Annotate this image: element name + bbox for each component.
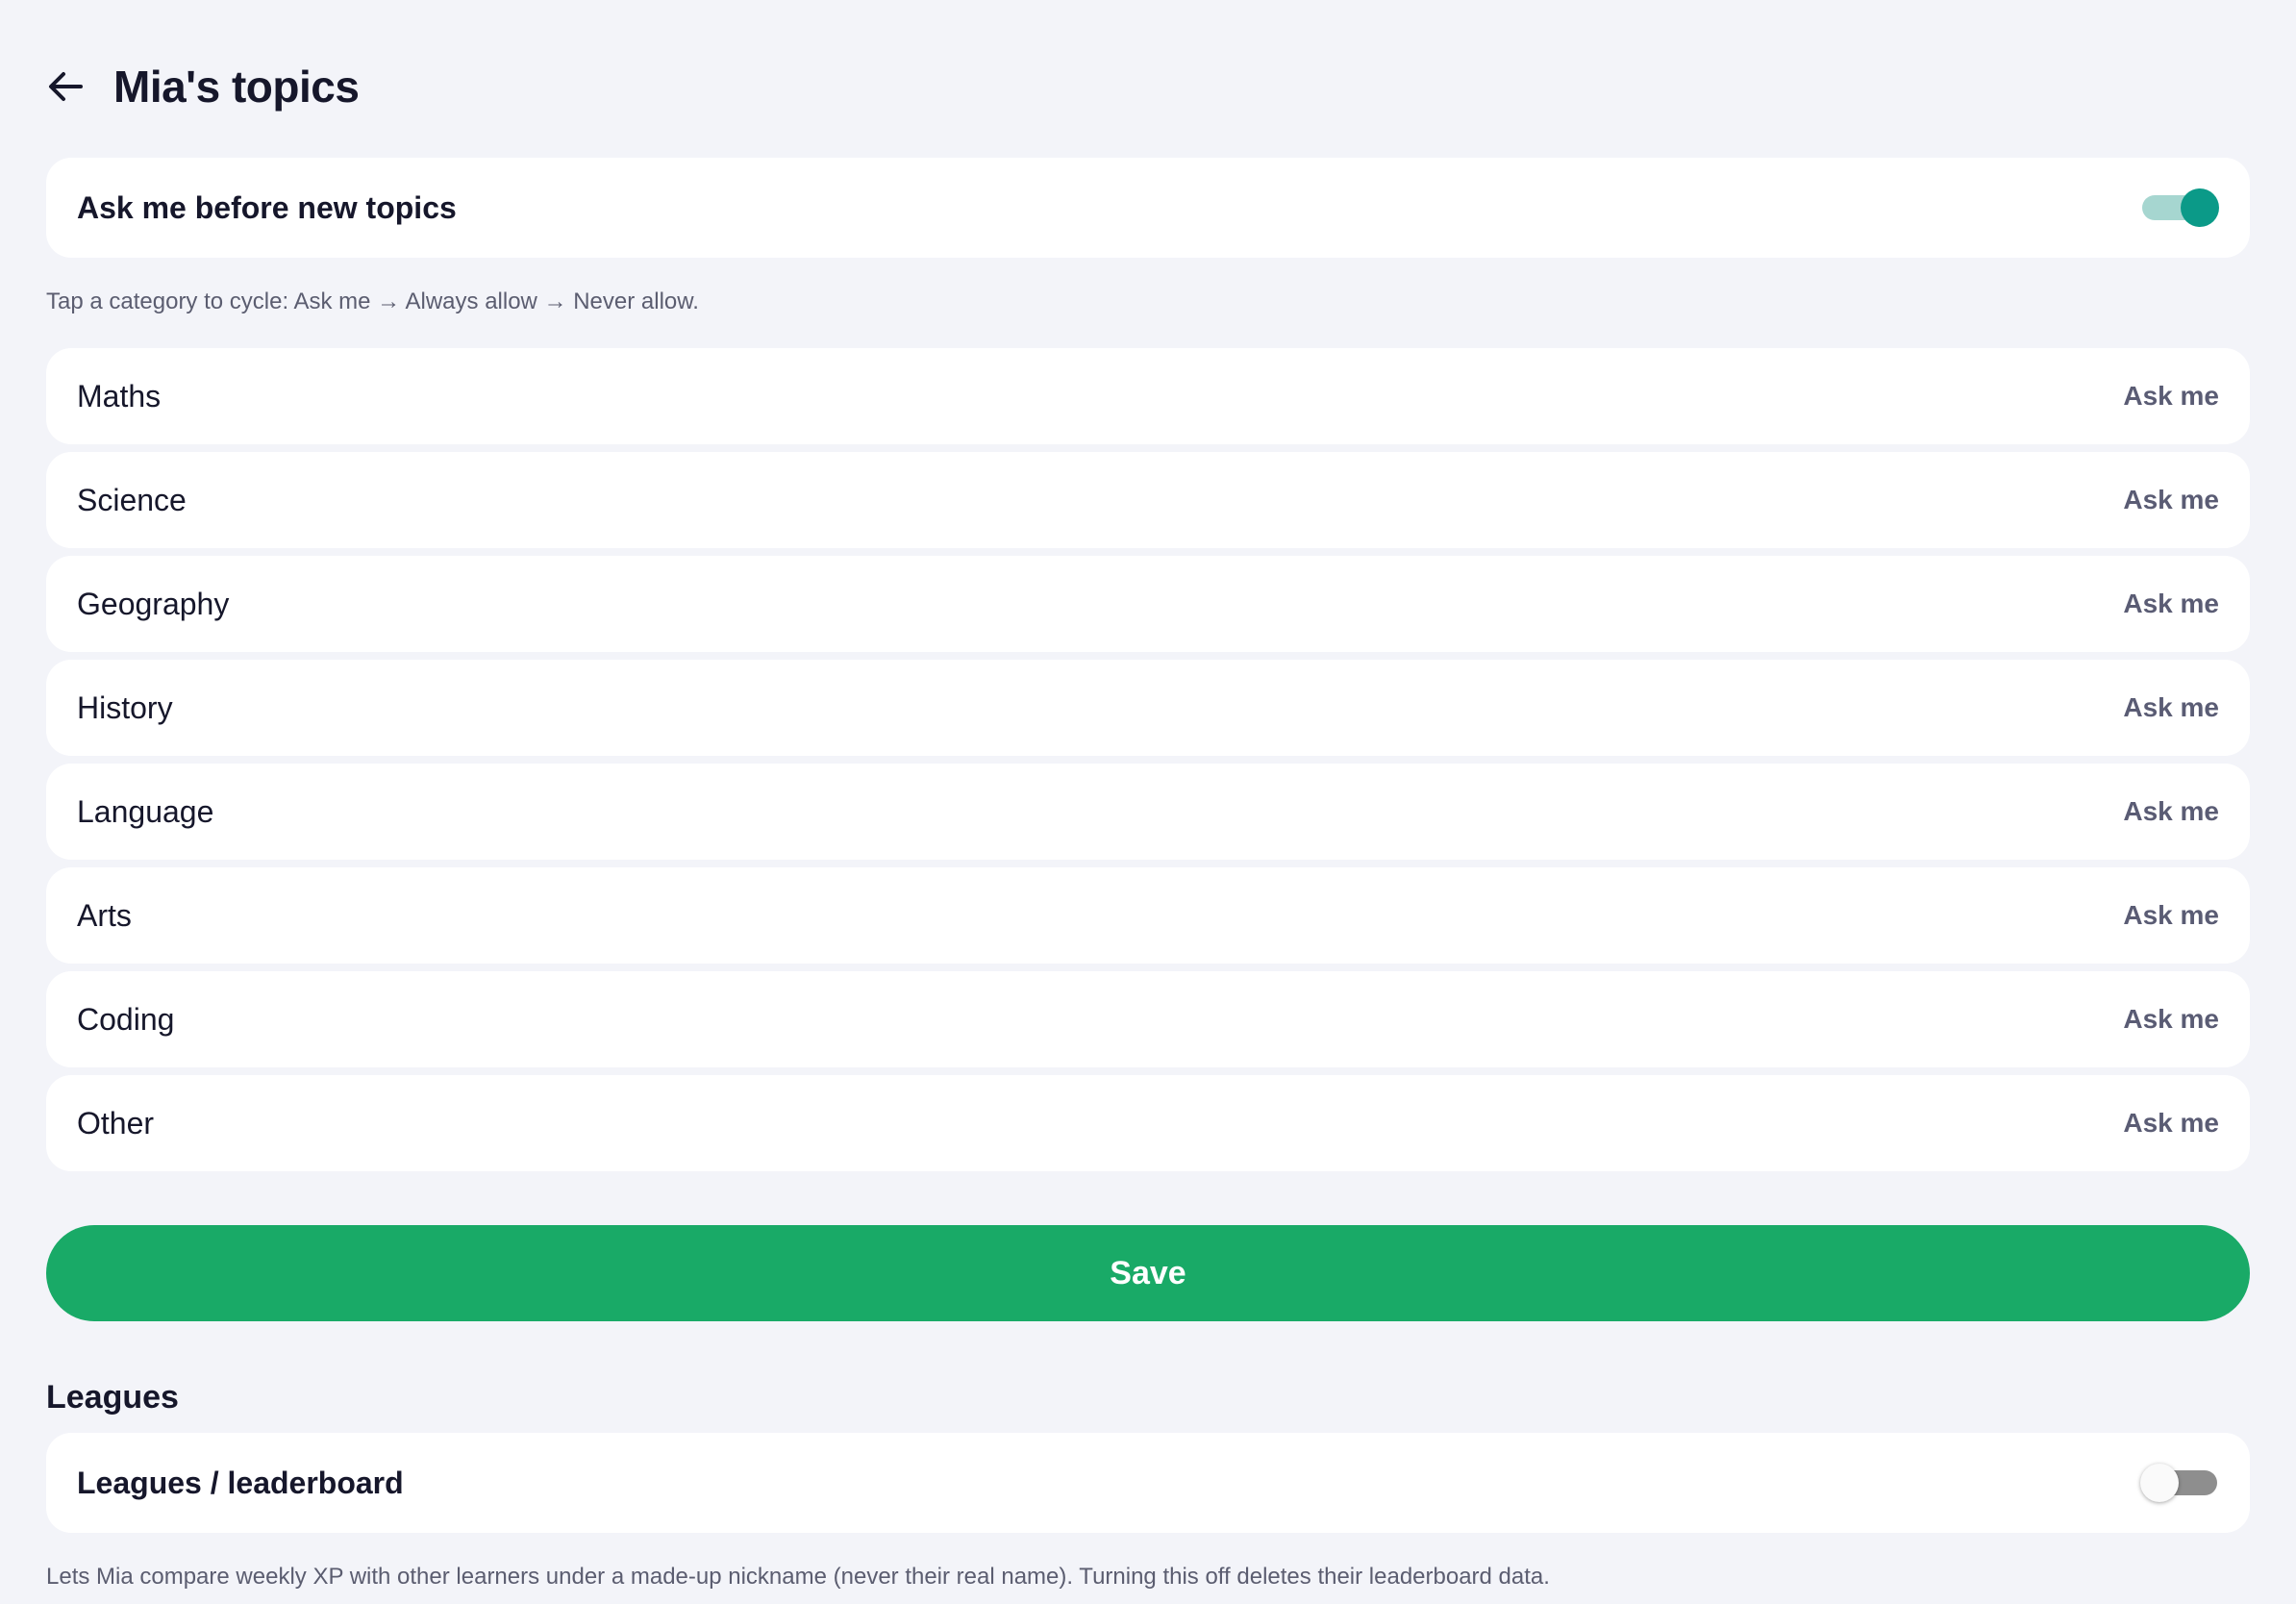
ask-before-new-topics-toggle[interactable]	[2140, 187, 2219, 229]
topic-name: Geography	[77, 586, 230, 621]
topic-name: Science	[77, 482, 187, 517]
topic-name: Coding	[77, 1001, 175, 1037]
topic-row-language[interactable]: Language Ask me	[46, 764, 2250, 860]
topics-page: Mia's topics Ask me before new topics Ta…	[0, 0, 2296, 1604]
topic-row-coding[interactable]: Coding Ask me	[46, 971, 2250, 1067]
leagues-leaderboard-row: Leagues / leaderboard	[46, 1433, 2250, 1533]
ask-before-new-topics-label: Ask me before new topics	[77, 189, 457, 225]
topic-status: Ask me	[2123, 796, 2219, 826]
topic-name: Maths	[77, 378, 162, 414]
topic-name: Other	[77, 1105, 155, 1140]
topic-row-other[interactable]: Other Ask me	[46, 1075, 2250, 1171]
leagues-description: Lets Mia compare weekly XP with other le…	[46, 1564, 1550, 1590]
leagues-section-title: Leagues	[46, 1379, 179, 1416]
ask-before-new-topics-row: Ask me before new topics	[46, 158, 2250, 258]
topic-row-arts[interactable]: Arts Ask me	[46, 867, 2250, 964]
back-button[interactable]	[46, 67, 85, 106]
topic-row-science[interactable]: Science Ask me	[46, 452, 2250, 548]
topic-status: Ask me	[2123, 1004, 2219, 1034]
topic-row-geography[interactable]: Geography Ask me	[46, 556, 2250, 652]
toggle-thumb	[2181, 188, 2219, 227]
topic-status: Ask me	[2123, 1108, 2219, 1138]
topic-status: Ask me	[2123, 485, 2219, 514]
page-title: Mia's topics	[113, 62, 360, 112]
topic-name: Language	[77, 793, 214, 829]
topic-status: Ask me	[2123, 900, 2219, 930]
toggle-thumb	[2140, 1464, 2179, 1502]
topic-row-maths[interactable]: Maths Ask me	[46, 348, 2250, 444]
topic-name: Arts	[77, 897, 132, 933]
topic-status: Ask me	[2123, 589, 2219, 618]
topic-status: Ask me	[2123, 692, 2219, 722]
topics-hint: Tap a category to cycle: Ask me → Always…	[46, 288, 699, 314]
leagues-leaderboard-label: Leagues / leaderboard	[77, 1465, 404, 1500]
arrow-left-icon	[49, 72, 83, 101]
topic-status: Ask me	[2123, 381, 2219, 411]
leagues-leaderboard-toggle[interactable]	[2140, 1462, 2219, 1504]
topic-row-history[interactable]: History Ask me	[46, 660, 2250, 756]
page-header: Mia's topics	[46, 56, 360, 117]
topic-name: History	[77, 689, 173, 725]
save-button[interactable]: Save	[46, 1225, 2250, 1321]
